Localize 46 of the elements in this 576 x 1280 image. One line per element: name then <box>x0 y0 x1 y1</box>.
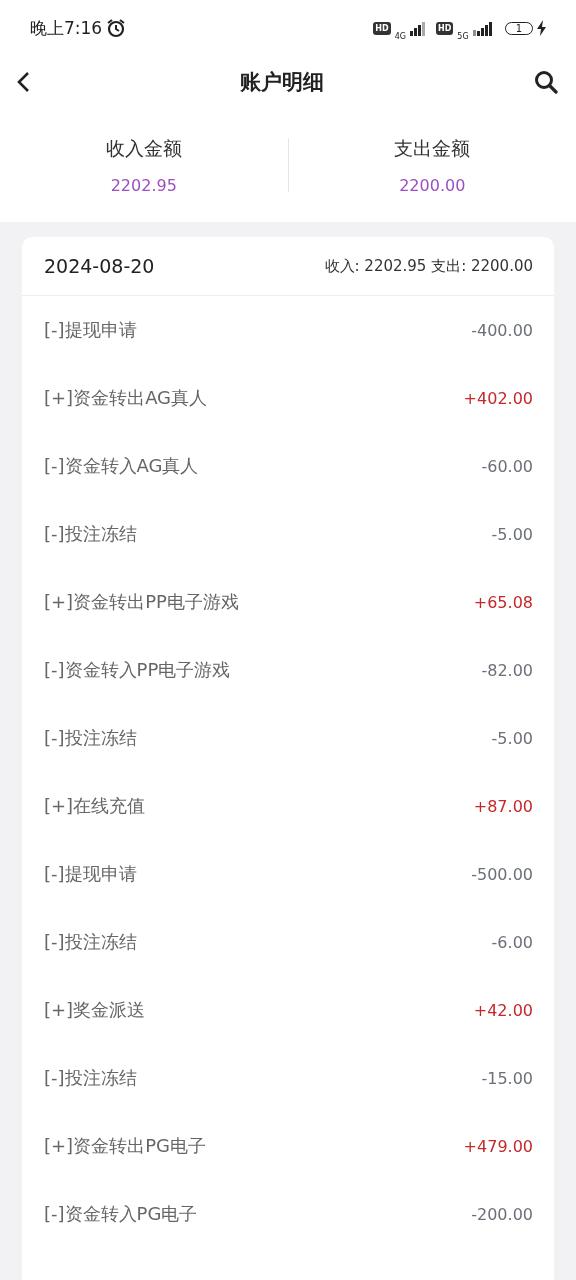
transaction-label: [-]资金转入PP电子游戏 <box>44 658 231 682</box>
transaction-label: [-]提现申请 <box>44 318 137 342</box>
transaction-amount: -82.00 <box>481 660 533 680</box>
transaction-label: [-]投注冻结 <box>44 522 137 546</box>
transaction-label: [-]提现申请 <box>44 862 137 886</box>
transaction-amount: -5.00 <box>491 524 533 544</box>
signal-icon <box>410 20 428 36</box>
day-totals: 收入: 2202.95 支出: 2200.00 <box>324 256 533 276</box>
transaction-amount: -5.00 <box>491 728 533 748</box>
transaction-label: [+]资金转出AG真人 <box>44 386 208 410</box>
transaction-label: [+]资金转出PG电子 <box>44 1134 206 1158</box>
transaction-label: [+]奖金派送 <box>44 998 146 1022</box>
transaction-amount: +42.00 <box>473 1000 533 1020</box>
transaction-amount: +65.08 <box>473 592 533 612</box>
signal-icon <box>472 20 495 36</box>
summary-value: 2200.00 <box>399 175 466 195</box>
transaction-amount: +87.00 <box>473 796 533 816</box>
transaction-amount: -6.00 <box>491 932 533 952</box>
search-icon[interactable] <box>534 70 558 94</box>
transaction-amount: -500.00 <box>471 864 533 884</box>
alarm-icon <box>106 18 127 38</box>
transaction-label: [+]在线充值 <box>44 794 146 818</box>
transaction-amount: -15.00 <box>481 1068 533 1088</box>
hd-badge: HD <box>373 21 391 35</box>
charging-icon <box>537 20 546 36</box>
transaction-amount: +479.00 <box>463 1136 533 1156</box>
transaction-label: [-]资金转入PG电子 <box>44 1202 198 1226</box>
summary-label: 支出金额 <box>394 135 471 161</box>
transaction-label: [-]投注冻结 <box>44 930 137 954</box>
transaction-amount: -200.00 <box>471 1204 533 1224</box>
hd-badge: HD <box>436 21 454 35</box>
transaction-label: [-]投注冻结 <box>44 1066 137 1090</box>
transaction-label: [+]资金转出PP电子游戏 <box>44 590 239 614</box>
page-title: 账户明细 <box>240 69 324 96</box>
status-time: 晚上7:16 <box>30 16 103 40</box>
transaction-amount: -60.00 <box>481 456 533 476</box>
network-label: 4G <box>394 31 406 41</box>
transaction-label: [-]投注冻结 <box>44 726 137 750</box>
back-icon[interactable] <box>16 71 30 93</box>
transaction-amount: -400.00 <box>471 320 533 340</box>
network-label: 5G <box>457 31 469 41</box>
summary-label: 收入金额 <box>105 135 182 161</box>
summary-value: 2202.95 <box>110 175 177 195</box>
date-heading: 2024-08-20 <box>44 255 155 277</box>
transaction-amount: +402.00 <box>463 388 533 408</box>
transaction-label: [-]资金转入AG真人 <box>44 454 199 478</box>
